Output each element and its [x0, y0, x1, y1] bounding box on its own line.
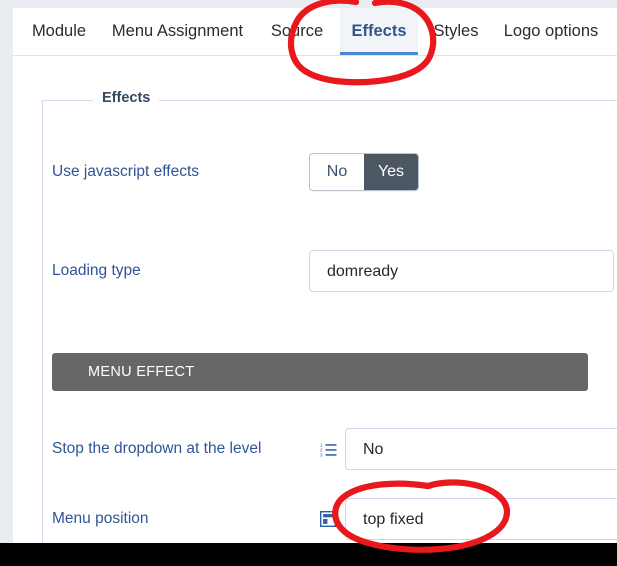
input-menu-position[interactable]: top fixed — [345, 498, 617, 540]
tab-source[interactable]: Source — [259, 8, 335, 55]
svg-text:3: 3 — [320, 452, 323, 457]
settings-card: Module Menu Assignment Source Effects St… — [13, 8, 617, 543]
label-stop-dropdown-level: Stop the dropdown at the level — [52, 440, 262, 457]
control-use-javascript-effects: No Yes — [309, 153, 419, 191]
row-stop-dropdown-level: Stop the dropdown at the level 1 2 3 No — [13, 419, 617, 479]
control-menu-position: top fixed — [317, 498, 617, 540]
tab-bar: Module Menu Assignment Source Effects St… — [13, 8, 617, 56]
row-menu-position: Menu position top fixed — [13, 489, 617, 549]
toggle-use-javascript-effects[interactable]: No Yes — [309, 153, 419, 191]
screenshot-root: Module Menu Assignment Source Effects St… — [0, 0, 617, 566]
control-loading-type: domready — [309, 250, 614, 292]
toggle-option-yes[interactable]: Yes — [364, 154, 418, 190]
label-loading-type: Loading type — [52, 262, 141, 279]
layout-top-icon — [317, 507, 339, 531]
row-loading-type: Loading type domready — [13, 241, 614, 301]
toggle-option-no[interactable]: No — [310, 154, 364, 190]
input-stop-dropdown-level[interactable]: No — [345, 428, 617, 470]
row-use-javascript-effects: Use javascript effects No Yes — [13, 142, 588, 202]
tab-effects[interactable]: Effects — [340, 8, 418, 55]
tab-menu-assignment[interactable]: Menu Assignment — [105, 8, 250, 55]
numbered-list-icon: 1 2 3 — [317, 437, 339, 461]
effects-panel: Effects Use javascript effects No Yes Lo… — [13, 56, 617, 543]
tab-module[interactable]: Module — [21, 8, 97, 55]
fieldset-legend: Effects — [93, 90, 160, 106]
tab-logo-options[interactable]: Logo options — [496, 8, 606, 55]
section-header-menu-effect: MENU EFFECT — [52, 353, 588, 391]
section-header-menu-effect-label: MENU EFFECT — [88, 364, 195, 380]
label-use-javascript-effects: Use javascript effects — [52, 163, 200, 180]
control-stop-dropdown-level: 1 2 3 No — [317, 428, 617, 470]
bottom-black-bar — [0, 543, 617, 566]
tab-styles[interactable]: Styles — [425, 8, 487, 55]
label-menu-position: Menu position — [52, 510, 149, 527]
input-loading-type[interactable]: domready — [309, 250, 614, 292]
